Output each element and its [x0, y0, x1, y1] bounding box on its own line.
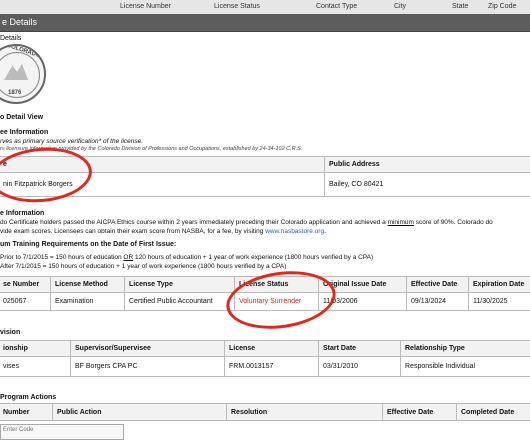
bg-col-license-number[interactable]: License Number: [120, 3, 171, 10]
relationship-type: Responsible Individual: [400, 356, 530, 377]
col-completed-date: Completed Date: [456, 403, 530, 421]
training-line2: After 7/1/2015 = 150 hours of education …: [0, 263, 287, 270]
bg-col-license-status[interactable]: License Status: [214, 3, 260, 10]
col-action-effective-date: Effective Date: [382, 403, 457, 421]
bg-col-contact-type[interactable]: Contact Type: [316, 3, 357, 10]
col-relationship: ionship: [0, 340, 71, 357]
license-info-line2: vide exam scores. Licensees can obtain t…: [0, 228, 326, 235]
col-relationship-type: Relationship Type: [400, 340, 530, 357]
col-license-number: se Number: [0, 276, 51, 293]
colorado-seal-logo: COLORADO 1876: [0, 44, 46, 104]
license-method: Examination: [50, 292, 125, 311]
supervision-heading: vision: [0, 329, 21, 336]
bg-col-city[interactable]: City: [394, 3, 406, 10]
nasba-link[interactable]: www.nasbastore.org: [265, 228, 324, 235]
supervision-license: FRM.0013157: [224, 356, 319, 377]
licensee-address: Bailey, CO 80421: [324, 172, 530, 197]
bg-col-zip-code[interactable]: Zip Code: [488, 3, 516, 10]
license-info-line1: do Certificate holders passed the AICPA …: [0, 219, 493, 226]
verification-note: rves as primary source verification* of …: [0, 138, 144, 145]
license-info-heading: e Information: [0, 210, 45, 217]
col-public-address: Public Address: [324, 156, 530, 173]
bg-col-state[interactable]: State: [452, 3, 468, 10]
public-actions-table: Number Public Action Resolution Effectiv…: [0, 403, 530, 421]
col-start-date: Start Date: [318, 340, 401, 357]
col-supervision-license: License: [224, 340, 319, 357]
col-public-action: Public Action: [52, 403, 227, 421]
col-license-method: License Method: [50, 276, 125, 293]
training-heading: um Training Requirements on the Date of …: [0, 241, 177, 248]
license-type: Certified Public Accountant: [124, 292, 235, 311]
col-effective-date: Effective Date: [406, 276, 469, 293]
col-license-type: License Type: [124, 276, 235, 293]
col-supervisor-supervisee: Supervisor/Supervisee: [70, 340, 225, 357]
col-action-number: Number: [0, 403, 53, 421]
col-resolution: Resolution: [226, 403, 383, 421]
supervision-start-date: 03/31/2010: [318, 356, 401, 377]
seal-label: Details: [0, 35, 22, 42]
detail-view-title: o Detail View: [0, 114, 44, 121]
code-input-label: Enter Code: [3, 427, 34, 433]
training-line1: Prior to 7/1/2015 = 150 hours of educati…: [0, 254, 374, 261]
verification-heading: ee Information: [0, 129, 49, 136]
expiration-date: 11/30/2025: [468, 292, 530, 311]
code-input-field[interactable]: Enter Code: [0, 424, 124, 440]
public-actions-heading: Program Actions: [0, 394, 57, 401]
supervisor-name: BF Borgers CPA PC: [70, 356, 225, 377]
license-number: 025067: [0, 292, 51, 311]
modal-title-bar: e Details: [0, 14, 530, 32]
effective-date: 09/13/2024: [406, 292, 469, 311]
relationship: vises: [0, 356, 71, 377]
col-expiration-date: Expiration Date: [468, 276, 530, 293]
modal-title: e Details: [2, 17, 38, 27]
background-table-header: License Number License Status Contact Ty…: [0, 0, 530, 15]
supervision-table: ionship Supervisor/Supervisee License St…: [0, 340, 530, 377]
